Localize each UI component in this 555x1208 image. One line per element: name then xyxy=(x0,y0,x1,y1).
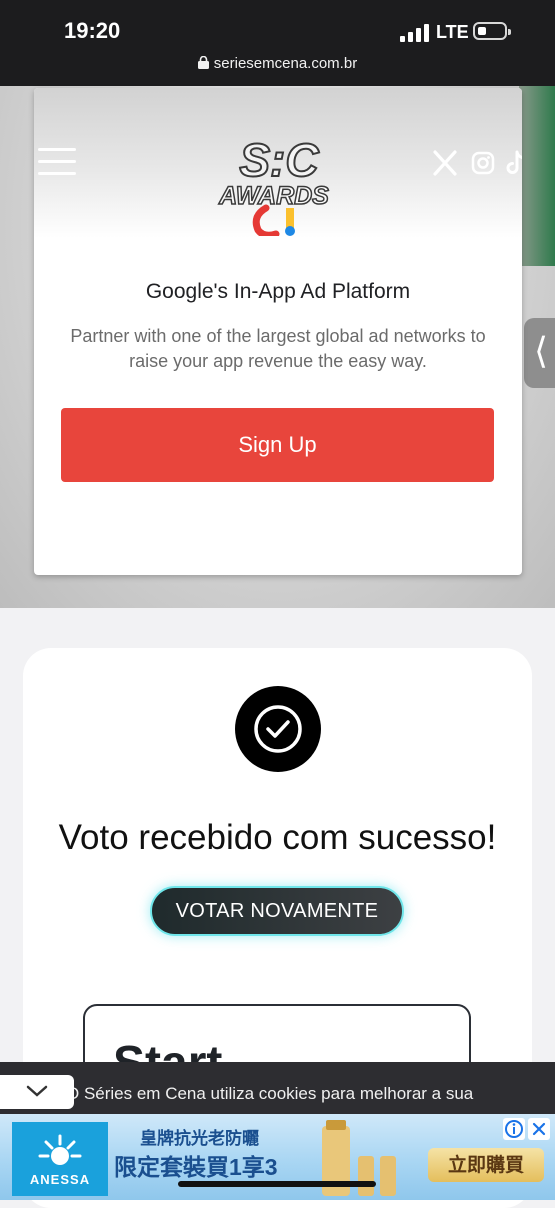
tiktok-icon[interactable] xyxy=(506,150,522,176)
anessa-logo: ANESSA xyxy=(12,1122,108,1196)
url-text: seriesemcena.com.br xyxy=(213,55,358,72)
ad-title: Google's In-App Ad Platform xyxy=(145,280,411,303)
brand-name: ANESSA xyxy=(29,1172,91,1187)
site-header: S:C AWARDS xyxy=(34,88,522,238)
vote-success-title: Voto recebido com sucesso! xyxy=(58,818,497,857)
network-type: LTE xyxy=(436,22,469,42)
close-icon[interactable] xyxy=(528,1118,550,1140)
x-icon[interactable] xyxy=(432,150,458,176)
ad-headline: 皇牌抗光老防曬 xyxy=(140,1129,259,1148)
svg-text:AWARDS: AWARDS xyxy=(218,182,329,210)
menu-icon[interactable] xyxy=(38,148,76,176)
side-panel-handle[interactable]: ⟨ xyxy=(524,318,555,388)
chevron-down-icon xyxy=(26,1085,48,1097)
sun-icon xyxy=(38,1134,82,1165)
status-time: 19:20 xyxy=(64,18,121,43)
cookie-banner: O Séries em Cena utiliza cookies para me… xyxy=(0,1062,555,1114)
cookie-text: O Séries em Cena utiliza cookies para me… xyxy=(66,1084,474,1103)
battery-icon xyxy=(473,22,511,40)
home-indicator[interactable] xyxy=(178,1181,376,1187)
buy-now-button[interactable]: 立即購買 xyxy=(428,1148,544,1182)
sec-awards-logo[interactable]: S:C AWARDS xyxy=(214,126,344,236)
lock-icon xyxy=(197,56,209,69)
address-bar[interactable]: seriesemcena.com.br xyxy=(0,55,555,72)
ad-card: S:C AWARDS Google's In-App Ad Platform P… xyxy=(34,88,522,575)
bottom-ad-banner[interactable]: ANESSA 皇牌抗光老防曬 限定套裝買1享3 立即購買 xyxy=(0,1114,555,1200)
vote-again-button[interactable]: VOTAR NOVAMENTE xyxy=(150,886,404,936)
check-icon xyxy=(235,686,321,772)
instagram-icon[interactable] xyxy=(471,150,495,176)
svg-text:S:C: S:C xyxy=(239,134,319,186)
chevron-left-icon: ⟨ xyxy=(533,330,549,371)
sign-up-button[interactable]: Sign Up xyxy=(61,408,494,482)
ad-description: Partner with one of the largest global a… xyxy=(70,326,486,371)
cookie-collapse-button[interactable] xyxy=(0,1075,74,1109)
header-image-edge xyxy=(519,86,555,266)
adchoices-icon[interactable] xyxy=(503,1118,525,1140)
signal-icon xyxy=(400,24,429,42)
status-bar: 19:20 LTE seriesemcena.com.br xyxy=(0,0,555,86)
ad-offer: 限定套裝買1享3 xyxy=(114,1154,278,1180)
